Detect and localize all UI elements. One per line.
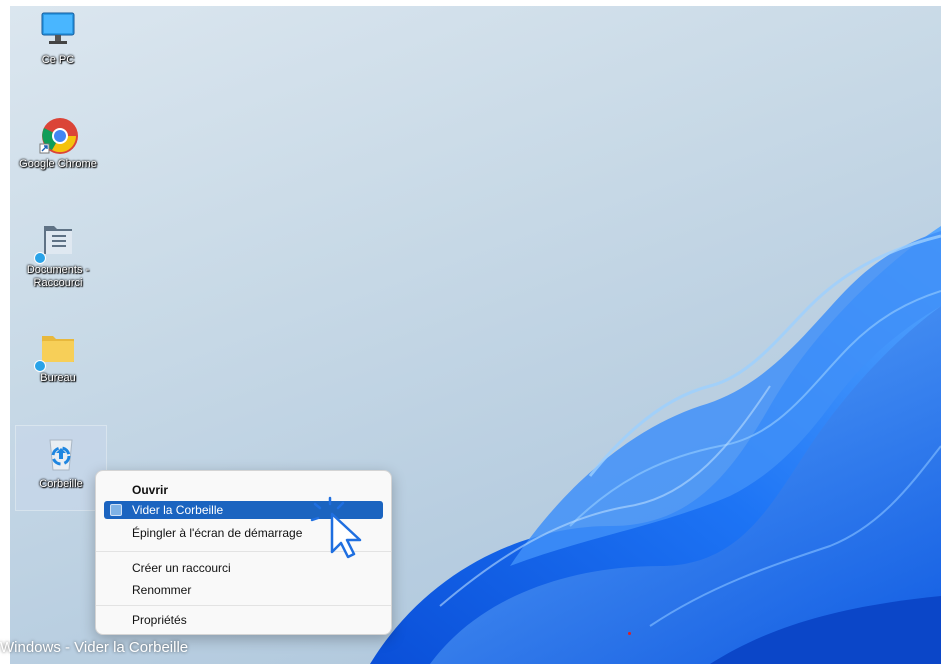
menu-item-label: Ouvrir	[132, 483, 169, 497]
desktop-icon-google-chrome[interactable]: Google Chrome	[12, 114, 104, 171]
sync-badge-icon	[34, 252, 46, 264]
desktop-icon-corbeille[interactable]: Corbeille	[15, 425, 107, 511]
menu-item-label: Propriétés	[132, 613, 187, 627]
recycle-bin-icon	[110, 504, 122, 516]
desktop: Ce PC Google Chrome Documents - Raccourc…	[10, 6, 941, 664]
menu-item-label: Créer un raccourci	[132, 561, 231, 575]
caption-overlay: Windows - Vider la Corbeille	[0, 639, 189, 656]
chrome-icon	[38, 114, 78, 154]
menu-separator	[96, 605, 391, 606]
menu-item-renommer[interactable]: Renommer	[104, 581, 383, 599]
desktop-icon-bureau[interactable]: Bureau	[12, 328, 104, 385]
menu-item-proprietes[interactable]: Propriétés	[104, 611, 383, 629]
desktop-icon-label: Ce PC	[41, 54, 75, 66]
desktop-icon-label: Google Chrome	[19, 158, 97, 170]
documents-folder-icon	[34, 220, 78, 264]
desktop-icon-label: Bureau	[40, 372, 76, 384]
red-dot	[628, 632, 631, 635]
mouse-pointer-icon	[310, 496, 362, 559]
monitor-icon	[38, 10, 78, 50]
folder-icon	[34, 328, 78, 372]
sync-badge-icon	[34, 360, 46, 372]
menu-item-label: Épingler à l'écran de démarrage	[132, 526, 303, 540]
desktop-icon-label-line2: Raccourci	[33, 277, 83, 289]
menu-item-label: Renommer	[132, 583, 192, 597]
desktop-icon-label: Corbeille	[39, 478, 83, 490]
desktop-icon-ce-pc[interactable]: Ce PC	[12, 10, 104, 67]
recycle-bin-icon	[41, 434, 81, 474]
desktop-icon-label: Documents -	[26, 264, 90, 276]
menu-item-label: Vider la Corbeille	[132, 503, 224, 517]
desktop-icon-documents[interactable]: Documents - Raccourci	[12, 220, 104, 290]
